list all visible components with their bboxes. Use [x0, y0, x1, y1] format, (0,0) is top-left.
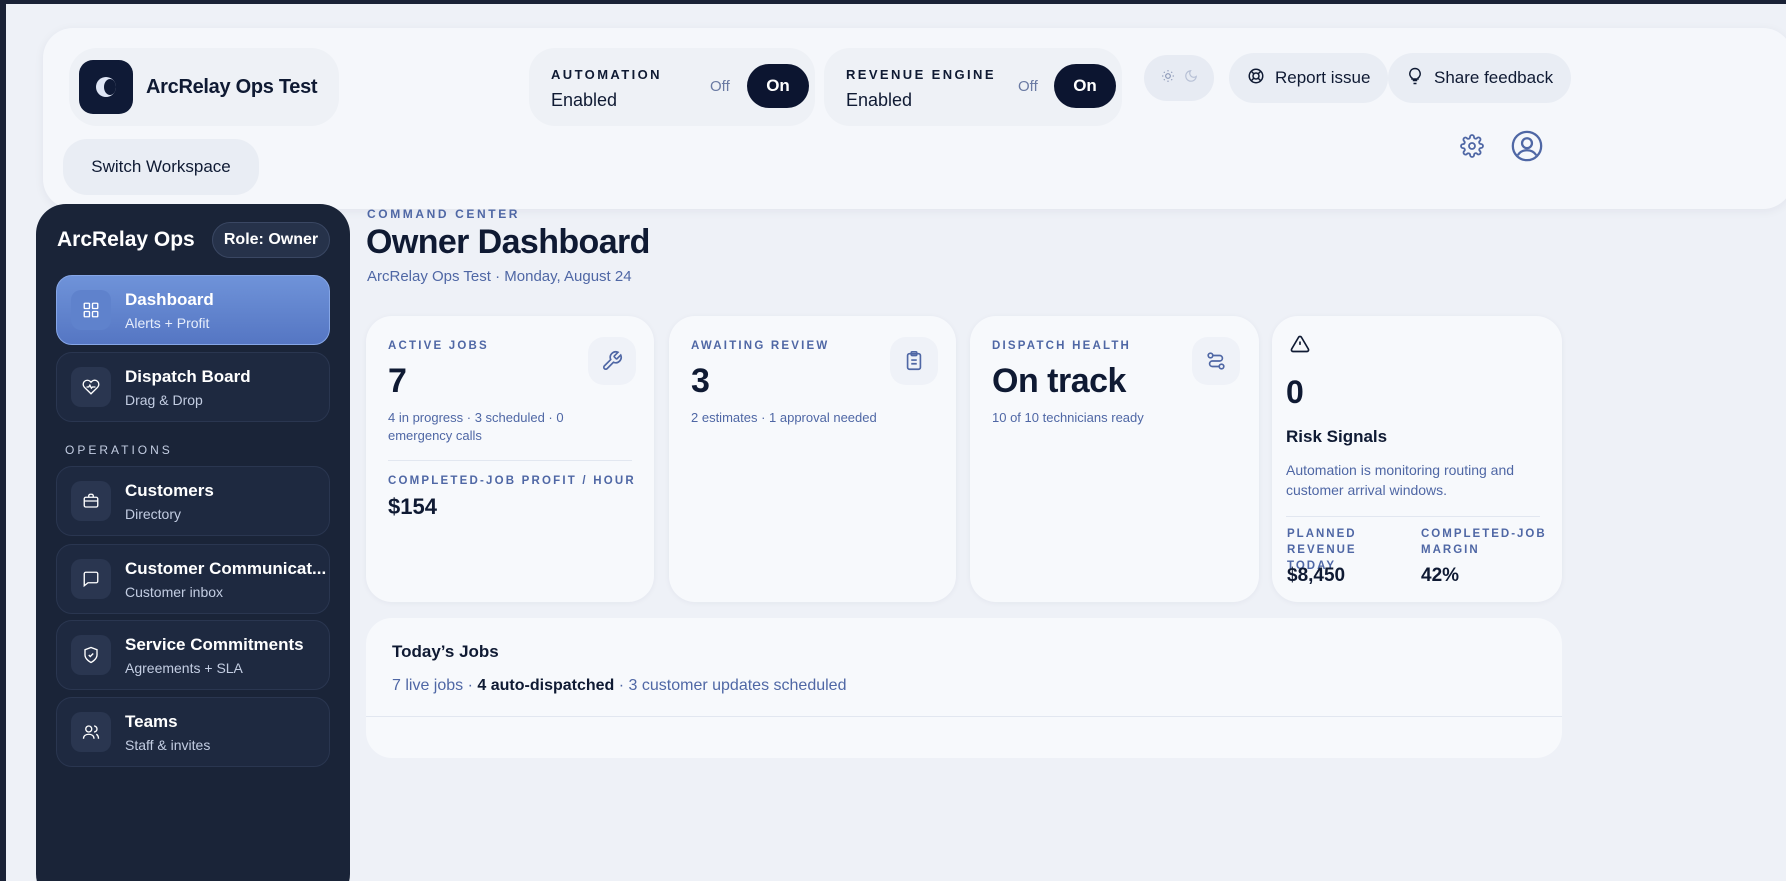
brand-name: ArcRelay Ops Test [146, 75, 318, 98]
wrench-icon [588, 337, 636, 385]
lifebuoy-icon [1247, 67, 1265, 90]
warning-icon [1290, 334, 1312, 356]
sidebar-section-operations: OPERATIONS [65, 443, 173, 457]
todays-jobs-title: Today’s Jobs [392, 642, 499, 661]
user-avatar-icon[interactable] [1509, 128, 1545, 164]
risk-signals-card: 0 Risk Signals Automation is monitoring … [1272, 316, 1562, 602]
automation-off-option[interactable]: Off [710, 78, 730, 95]
shield-check-icon [71, 635, 111, 675]
sidebar-item-dispatch-board[interactable]: Dispatch Board Drag & Drop [56, 352, 330, 422]
todays-jobs-card: Today’s Jobs 7 live jobs · 4 auto-dispat… [366, 618, 1562, 758]
revenue-engine-toggle-card: REVENUE ENGINE Enabled Off On [824, 48, 1122, 126]
profit-per-hour-value: $154 [388, 494, 437, 519]
lightbulb-icon [1406, 67, 1424, 90]
revenue-engine-on-option[interactable]: On [1054, 64, 1116, 108]
sidebar: ArcRelay Ops Role: Owner Dashboard Alert… [36, 204, 350, 881]
active-jobs-desc: 4 in progress · 3 scheduled · 0 emergenc… [388, 410, 564, 443]
sidebar-item-dashboard[interactable]: Dashboard Alerts + Profit [56, 275, 330, 345]
sidebar-item-label: Customers [125, 480, 214, 500]
moon-icon[interactable] [1184, 69, 1198, 88]
share-feedback-button[interactable]: Share feedback [1388, 53, 1572, 103]
role-badge: Role: Owner [212, 222, 330, 258]
dispatch-health-card: DISPATCH HEALTH On track 10 of 10 techni… [970, 316, 1259, 602]
live-jobs-count: 7 live jobs [392, 677, 464, 694]
route-icon [1192, 337, 1240, 385]
sidebar-item-label: Dashboard [125, 289, 214, 309]
awaiting-review-label: AWAITING REVIEW [691, 340, 830, 352]
risk-signals-value: 0 [1286, 374, 1304, 410]
sidebar-item-teams[interactable]: Teams Staff & invites [56, 697, 330, 767]
sidebar-title: ArcRelay Ops [57, 228, 195, 251]
customer-updates-count: 3 customer updates scheduled [628, 677, 847, 694]
job-margin-value: 42% [1421, 565, 1460, 586]
card-divider [388, 460, 632, 461]
automation-toggle-card: AUTOMATION Enabled Off On [529, 48, 815, 126]
top-bar: ArcRelay Ops Test Switch Workspace AUTOM… [43, 28, 1786, 209]
revenue-engine-off-option[interactable]: Off [1018, 78, 1038, 95]
awaiting-review-desc: 2 estimates · 1 approval needed [691, 410, 877, 425]
sidebar-item-sublabel: Alerts + Profit [125, 314, 210, 331]
planned-revenue-value: $8,450 [1287, 565, 1346, 586]
sidebar-item-service-commitments[interactable]: Service Commitments Agreements + SLA [56, 620, 330, 690]
app-frame: ArcRelay Ops Test Switch Workspace AUTOM… [6, 4, 1786, 881]
sidebar-item-label: Dispatch Board [125, 366, 251, 386]
switch-workspace-button[interactable]: Switch Workspace [63, 139, 259, 195]
clipboard-icon [890, 337, 938, 385]
active-jobs-value: 7 [388, 362, 407, 400]
profit-per-hour-label: COMPLETED-JOB PROFIT / HOUR [388, 475, 636, 487]
report-issue-label: Report issue [1275, 68, 1371, 87]
card-divider [366, 716, 1562, 717]
risk-signals-title: Risk Signals [1286, 427, 1388, 446]
job-margin-label: COMPLETED-JOB MARGIN [1421, 528, 1547, 556]
sun-icon[interactable] [1161, 69, 1175, 88]
revenue-engine-status: Enabled [846, 90, 913, 110]
auto-dispatched-label: auto-dispatched [490, 677, 615, 694]
automation-status: Enabled [551, 90, 618, 110]
page-title: Owner Dashboard [366, 223, 650, 261]
active-jobs-card: ACTIVE JOBS 7 4 in progress · 3 schedule… [366, 316, 654, 602]
chat-icon [71, 559, 111, 599]
heart-pulse-icon [71, 367, 111, 407]
sidebar-item-customers[interactable]: Customers Directory [56, 466, 330, 536]
sidebar-item-label: Customer Communicat... [125, 558, 327, 578]
risk-signals-desc: Automation is monitoring routing and cus… [1286, 462, 1515, 498]
sidebar-item-sublabel: Staff & invites [125, 736, 211, 753]
grid-icon [71, 290, 111, 330]
todays-jobs-summary: 7 live jobs · 4 auto-dispatched · 3 cust… [392, 677, 847, 694]
page-subtitle: ArcRelay Ops Test · Monday, August 24 [367, 268, 632, 285]
awaiting-review-card: AWAITING REVIEW 3 2 estimates · 1 approv… [669, 316, 956, 602]
sidebar-item-sublabel: Agreements + SLA [125, 659, 243, 676]
report-issue-button[interactable]: Report issue [1229, 53, 1389, 103]
automation-on-option[interactable]: On [747, 64, 809, 108]
dispatch-health-desc: 10 of 10 technicians ready [992, 410, 1144, 425]
dispatch-health-label: DISPATCH HEALTH [992, 340, 1132, 352]
active-jobs-label: ACTIVE JOBS [388, 340, 489, 352]
dispatch-health-value: On track [992, 362, 1126, 400]
settings-gear-icon[interactable] [1458, 132, 1486, 160]
sidebar-item-sublabel: Directory [125, 505, 182, 522]
brand[interactable]: ArcRelay Ops Test [69, 48, 339, 126]
users-icon [71, 712, 111, 752]
sidebar-item-sublabel: Drag & Drop [125, 391, 203, 408]
auto-dispatched-count: 4 [477, 677, 487, 694]
sidebar-item-sublabel: Customer inbox [125, 583, 224, 600]
automation-label: AUTOMATION [551, 67, 662, 82]
theme-toggle[interactable] [1144, 55, 1214, 101]
sidebar-item-label: Service Commitments [125, 634, 304, 654]
revenue-engine-label: REVENUE ENGINE [846, 67, 996, 82]
share-feedback-label: Share feedback [1434, 68, 1554, 87]
card-divider [1286, 516, 1540, 517]
page-eyebrow: COMMAND CENTER [367, 207, 521, 221]
awaiting-review-value: 3 [691, 362, 710, 400]
briefcase-icon [71, 481, 111, 521]
brand-logo-icon [79, 60, 133, 114]
sidebar-item-customer-communications[interactable]: Customer Communicat... Customer inbox [56, 544, 330, 614]
sidebar-item-label: Teams [125, 711, 178, 731]
